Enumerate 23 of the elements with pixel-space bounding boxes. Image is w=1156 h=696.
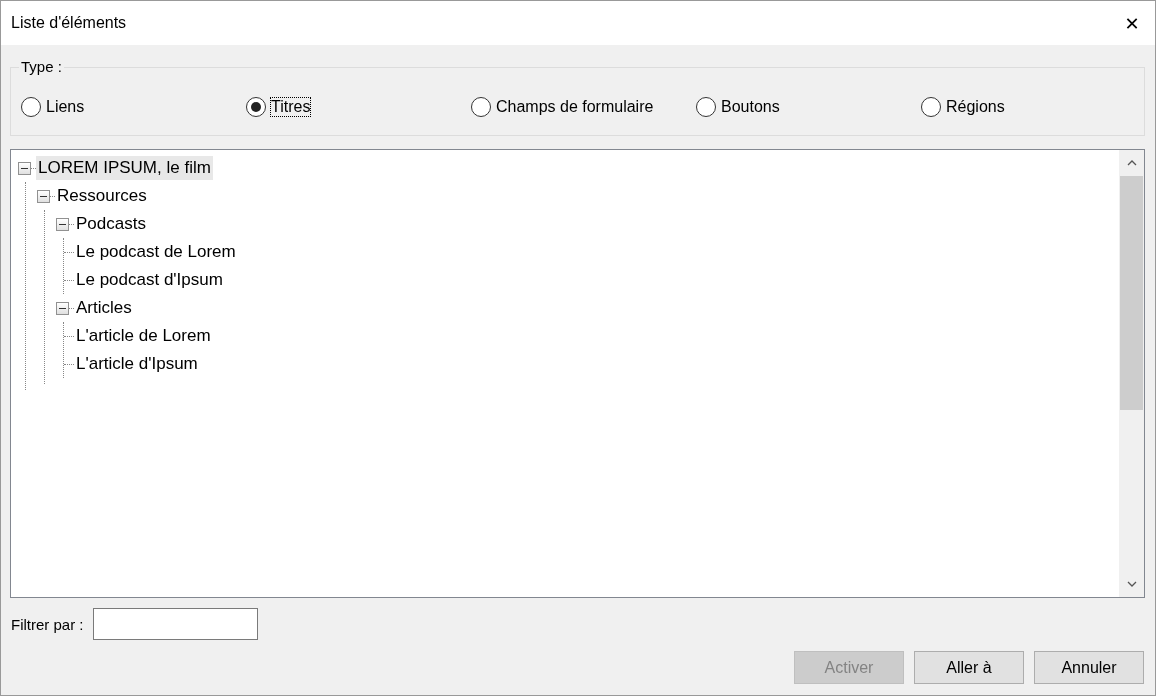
tree-item[interactable]: L'article d'Ipsum xyxy=(74,352,200,376)
tree-item[interactable]: Le podcast d'Ipsum xyxy=(74,268,225,292)
collapse-icon[interactable] xyxy=(18,161,31,175)
radio-option[interactable]: Régions xyxy=(920,96,1006,118)
tree-item[interactable]: L'article de Lorem xyxy=(74,324,213,348)
filter-field[interactable] xyxy=(92,608,258,640)
dialog-button[interactable]: Annuler xyxy=(1034,651,1144,684)
window-title: Liste d'éléments xyxy=(11,14,127,32)
collapse-icon[interactable] xyxy=(37,189,50,203)
tree-item[interactable]: Articles xyxy=(74,296,134,320)
radio-option[interactable]: Champs de formulaire xyxy=(470,96,655,118)
radio-option[interactable]: Liens xyxy=(20,96,86,118)
radio-option[interactable]: Titres xyxy=(245,96,312,118)
collapse-icon[interactable] xyxy=(56,301,69,315)
dialog-button[interactable]: Aller à xyxy=(914,651,1024,684)
tree-item[interactable]: Le podcast de Lorem xyxy=(74,240,238,264)
collapse-icon[interactable] xyxy=(56,217,69,231)
tree-item[interactable]: LOREM IPSUM, le film xyxy=(36,156,213,180)
radio-option[interactable]: Boutons xyxy=(695,96,781,118)
filter-label: Filtrer par : xyxy=(11,615,84,633)
tree-item[interactable]: Podcasts xyxy=(74,212,148,236)
close-button[interactable]: ✕ xyxy=(1109,1,1155,45)
tree-item[interactable]: Ressources xyxy=(55,184,149,208)
